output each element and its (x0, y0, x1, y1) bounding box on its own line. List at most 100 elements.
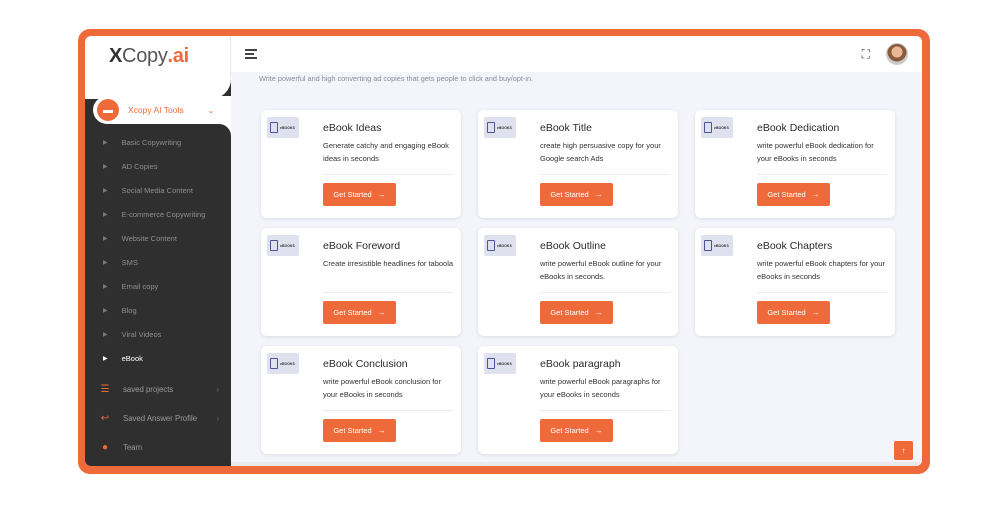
sidebar-item-ad-copies[interactable]: ▶ AD Copies (85, 154, 231, 178)
card-description: Create irresistible headlines for tabool… (323, 259, 454, 268)
ebook-thumbnail: eBOOKS (484, 353, 516, 374)
divider (757, 292, 887, 293)
sidebar-item-label: saved projects (123, 385, 174, 394)
arrow-up-icon: ↑ (901, 446, 906, 455)
card-title: eBook paragraph (540, 358, 621, 370)
sidebar-nav: ▶ Basic Copywriting ▶ AD Copies ▶ Social Me… (85, 130, 231, 370)
tool-card-ebook-dedication: eBOOKS eBook Dedication write powerful e… (695, 110, 895, 218)
ebook-thumbnail: eBOOKS (701, 117, 733, 138)
get-started-button[interactable]: Get Started → (757, 301, 830, 324)
bottom-bar (231, 462, 922, 466)
card-title: eBook Chapters (757, 240, 833, 252)
get-started-button[interactable]: Get Started → (323, 301, 396, 324)
book-icon (704, 240, 712, 251)
arrow-right-icon: ▶ (103, 355, 108, 362)
arrow-right-icon: ▶ (103, 331, 108, 338)
book-icon (704, 122, 712, 133)
sidebar-item-ebook[interactable]: ▶ eBook (85, 346, 231, 370)
get-started-button[interactable]: Get Started → (540, 301, 613, 324)
card-title: eBook Dedication (757, 122, 840, 134)
card-description: create high persuasive copy for your Goo… (540, 141, 661, 163)
get-started-button[interactable]: Get Started → (540, 419, 613, 442)
sidebar-bottom-nav: ☰ saved projects › ↩ Saved Answer Profile › … (85, 375, 231, 462)
logo[interactable]: XCopy.ai (109, 45, 189, 68)
book-icon (270, 240, 278, 251)
sidebar-item-team[interactable]: ● Team (85, 433, 231, 462)
sidebar-item-saved-projects[interactable]: ☰ saved projects › (85, 375, 231, 404)
sidebar-item-viral-videos[interactable]: ▶ Viral Videos (85, 322, 231, 346)
sidebar-item-label: Saved Answer Profile (123, 414, 198, 423)
menu-icon[interactable] (245, 49, 257, 59)
arrow-right-icon: ▶ (103, 283, 108, 290)
arrow-right-icon: → (377, 426, 386, 435)
sidebar-item-email-copy[interactable]: ▶ Email copy (85, 274, 231, 298)
book-icon (487, 358, 495, 369)
card-title: eBook Conclusion (323, 358, 408, 370)
sidebar-item-label: Basic Copywriting (121, 137, 182, 147)
sidebar-item-label: Team (123, 443, 143, 452)
card-description: write powerful eBook chapters for your e… (757, 259, 885, 281)
arrow-right-icon: ▶ (103, 163, 108, 170)
sidebar-item-social-media[interactable]: ▶ Social Media Content (85, 178, 231, 202)
get-started-button[interactable]: Get Started → (540, 183, 613, 206)
divider (540, 410, 670, 411)
ebook-thumbnail: eBOOKS (484, 117, 516, 138)
fullscreen-icon[interactable]: ⛶ (862, 47, 870, 62)
arrow-right-icon: → (811, 190, 820, 199)
sidebar-item-label: SMS (121, 257, 138, 267)
sidebar-item-basic-copywriting[interactable]: ▶ Basic Copywriting (85, 130, 231, 154)
card-title: eBook Title (540, 122, 592, 134)
card-title: eBook Outline (540, 240, 606, 252)
tools-icon: ▬ (97, 99, 119, 121)
get-started-button[interactable]: Get Started → (323, 183, 396, 206)
arrow-right-icon: ▶ (103, 139, 108, 146)
book-icon (270, 358, 278, 369)
card-title: eBook Foreword (323, 240, 401, 252)
logo-ai: .ai (167, 45, 190, 67)
ebook-thumbnail: eBOOKS (267, 235, 299, 256)
ebook-thumbnail: eBOOKS (701, 235, 733, 256)
arrow-right-icon: ▶ (103, 259, 108, 266)
sidebar-item-label: Viral Videos (121, 329, 162, 339)
arrow-right-icon: ▶ (103, 235, 108, 242)
book-icon (487, 240, 495, 251)
sidebar-item-label: eBook (121, 353, 143, 363)
divider (540, 174, 670, 175)
divider (323, 410, 453, 411)
tool-card-ebook-title: eBOOKS eBook Title create high persuasiv… (478, 110, 678, 218)
sidebar-item-blog[interactable]: ▶ Blog (85, 298, 231, 322)
sidebar-item-xcopy-ai-tools[interactable]: ▬ Xcopy AI Tools ⌄ (93, 96, 231, 124)
card-description: Generate catchy and engaging eBook ideas… (323, 141, 449, 163)
card-description: write powerful eBook conclusion for your… (323, 377, 441, 399)
card-title: eBook Ideas (323, 122, 382, 134)
tool-card-ebook-conclusion: eBOOKS eBook Conclusion write powerful e… (261, 346, 461, 454)
divider (757, 174, 887, 175)
arrow-right-icon: → (811, 308, 820, 317)
get-started-button[interactable]: Get Started → (323, 419, 396, 442)
ebook-thumbnail: eBOOKS (267, 353, 299, 374)
ebook-thumbnail: eBOOKS (484, 235, 516, 256)
list-icon: ☰ (100, 384, 110, 395)
page-subtitle: Write powerful and high converting ad co… (259, 74, 534, 83)
sidebar-item-label: Website Content (121, 233, 177, 243)
sidebar-item-saved-answer-profile[interactable]: ↩ Saved Answer Profile › (85, 404, 231, 433)
sidebar-item-label: Email copy (121, 281, 159, 291)
ebook-thumbnail: eBOOKS (267, 117, 299, 138)
get-started-button[interactable]: Get Started → (757, 183, 830, 206)
tool-card-ebook-ideas: eBOOKS eBook Ideas Generate catchy and e… (261, 110, 461, 218)
logo-x: X (109, 45, 123, 67)
book-icon (270, 122, 278, 133)
arrow-right-icon: ▶ (103, 211, 108, 218)
arrow-right-icon: → (594, 426, 603, 435)
sidebar-item-ecommerce[interactable]: ▶ E-commerce Copywriting (85, 202, 231, 226)
divider (540, 292, 670, 293)
sidebar: XCopy.ai ▬ Xcopy AI Tools ⌄ ▶ Basic Copyw… (85, 36, 231, 466)
avatar[interactable] (886, 43, 908, 65)
sidebar-item-sms[interactable]: ▶ SMS (85, 250, 231, 274)
logo-area: XCopy.ai (85, 36, 231, 77)
logo-copy: Copy (122, 45, 168, 67)
tool-card-ebook-foreword: eBOOKS eBook Foreword Create irresistibl… (261, 228, 461, 336)
sidebar-item-label: Social Media Content (121, 185, 193, 195)
sidebar-item-website-content[interactable]: ▶ Website Content (85, 226, 231, 250)
scroll-to-top-button[interactable]: ↑ (894, 441, 913, 460)
